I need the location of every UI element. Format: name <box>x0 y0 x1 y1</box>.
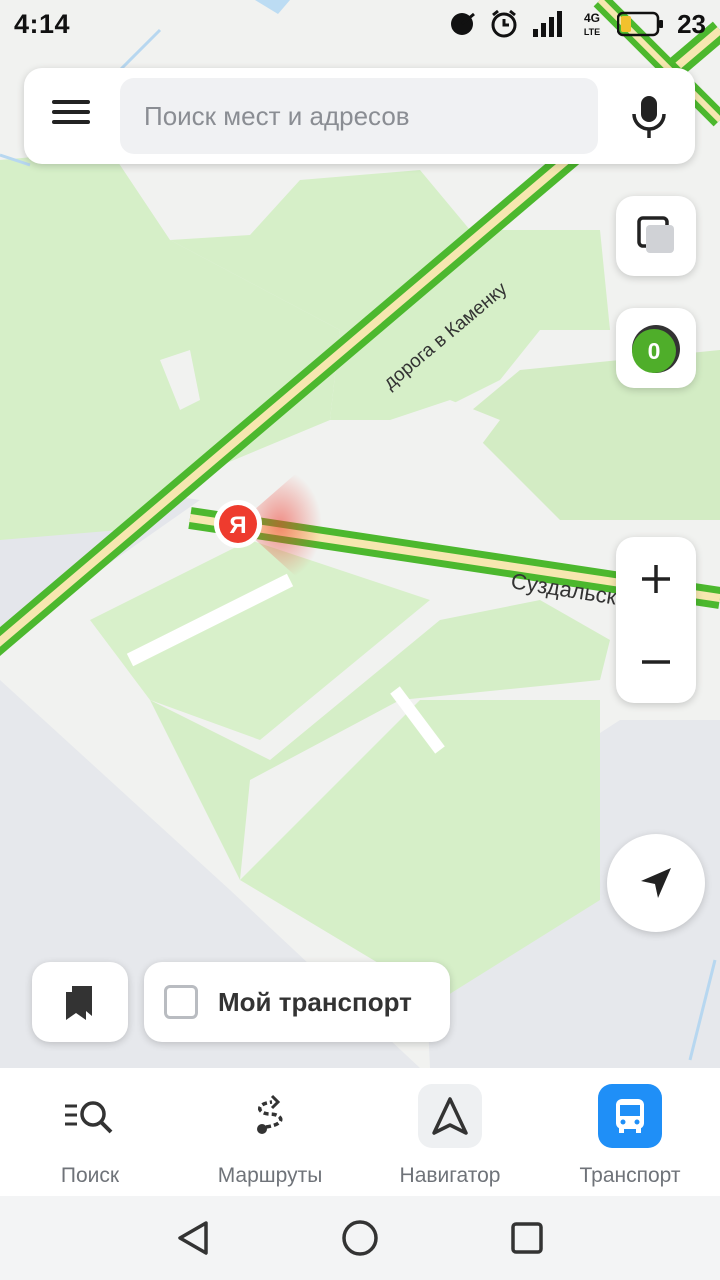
recents-square-icon <box>510 1222 543 1254</box>
bookmarks-icon <box>66 986 92 1020</box>
zoom-controls <box>616 537 696 703</box>
zoom-in-button[interactable] <box>616 537 696 620</box>
traffic-button[interactable]: 0 <box>616 308 696 388</box>
user-location-marker[interactable]: Я <box>214 500 262 548</box>
layers-button[interactable] <box>616 196 696 276</box>
search-card: Поиск мест и адресов <box>24 68 695 164</box>
network-4g-icon: 4G LTE <box>584 11 600 37</box>
home-button[interactable] <box>340 1218 380 1258</box>
minus-icon <box>642 659 670 664</box>
traffic-level: 0 <box>648 338 661 364</box>
nfc-icon <box>451 12 476 35</box>
my-transport-label: Мой транспорт <box>218 986 412 1017</box>
hamburger-icon <box>52 120 90 124</box>
signal-icon <box>533 11 563 37</box>
bookmarks-button[interactable] <box>32 962 128 1042</box>
nav-routes[interactable]: Маршруты <box>180 1068 360 1196</box>
status-time: 4:14 <box>14 8 71 39</box>
svg-text:LTE: LTE <box>584 27 600 37</box>
traffic-indicator-icon: 0 <box>632 325 680 373</box>
alarm-icon <box>491 9 517 38</box>
menu-button[interactable] <box>46 94 96 138</box>
recents-button[interactable] <box>507 1218 547 1258</box>
navigator-arrow-icon <box>418 1084 482 1148</box>
location-arrow-icon <box>641 868 671 898</box>
plus-icon <box>642 564 670 593</box>
my-transport-toggle[interactable]: Мой транспорт <box>144 962 450 1042</box>
my-location-button[interactable] <box>607 834 705 932</box>
back-triangle-icon <box>178 1221 209 1255</box>
svg-text:4G: 4G <box>584 11 600 25</box>
hamburger-icon <box>52 110 90 114</box>
layers-icon <box>637 216 674 253</box>
battery-percent: 23 <box>677 8 706 39</box>
status-bar: 4:14 4G LTE 23 <box>0 0 720 48</box>
search-input[interactable]: Поиск мест и адресов <box>120 78 598 154</box>
nav-navigator-label: Навигатор <box>399 1164 501 1187</box>
route-icon <box>238 1084 302 1148</box>
bus-icon <box>598 1084 662 1148</box>
transport-checkbox[interactable] <box>164 985 198 1019</box>
yandex-logo-icon: Я <box>229 512 246 539</box>
microphone-icon[interactable] <box>624 92 674 142</box>
zoom-out-button[interactable] <box>616 620 696 703</box>
nav-navigator[interactable]: Навигатор <box>360 1068 540 1196</box>
nav-search[interactable]: Поиск <box>0 1068 180 1196</box>
nav-search-label: Поиск <box>60 1164 120 1187</box>
status-icons: 4G LTE 23 <box>447 9 706 40</box>
back-button[interactable] <box>173 1218 213 1258</box>
nav-routes-label: Маршруты <box>217 1164 323 1187</box>
bottom-navigation: Поиск Маршруты Навигатор Транспорт <box>0 1068 720 1196</box>
nav-transport[interactable]: Транспорт <box>540 1068 720 1196</box>
home-circle-icon <box>342 1220 378 1256</box>
nav-transport-label: Транспорт <box>579 1164 681 1187</box>
search-list-icon <box>58 1084 122 1148</box>
system-navigation-bar <box>0 1196 720 1280</box>
hamburger-icon <box>52 100 90 104</box>
battery-icon <box>617 11 664 37</box>
